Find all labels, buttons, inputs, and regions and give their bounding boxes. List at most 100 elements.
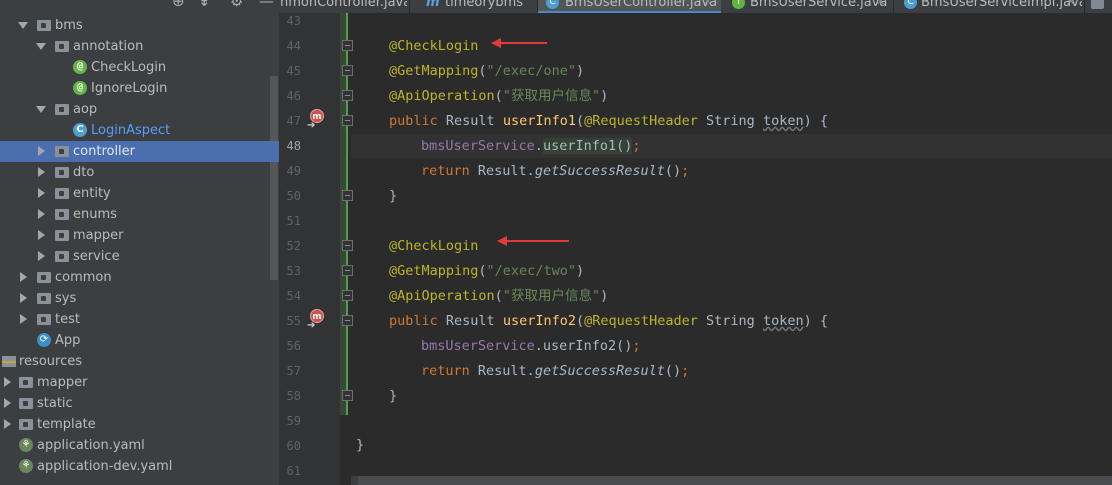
collapse-icon[interactable]: ⇟ <box>198 0 211 9</box>
tab-label: BmsUserService.java <box>750 0 888 10</box>
chevron-right-icon[interactable] <box>38 230 45 240</box>
tree-item-ignorelogin[interactable]: @ IgnoreLogin <box>0 78 279 99</box>
tree-item-app[interactable]: ⟳ App <box>0 330 279 351</box>
tree-item-enums[interactable]: enums <box>0 204 279 225</box>
tree-item-label: entity <box>73 186 111 201</box>
chevron-right-icon[interactable] <box>20 272 27 282</box>
tree-item-bms[interactable]: bms <box>0 15 279 36</box>
chevron-down-icon[interactable] <box>18 22 28 29</box>
string-token: "获取用户信息" <box>502 288 601 304</box>
punctuation-token: ( <box>494 88 503 104</box>
tree-item-mapper-folder[interactable]: mapper <box>0 372 279 393</box>
chevron-right-icon[interactable] <box>38 167 45 177</box>
line-number: 58 <box>286 389 301 403</box>
spring-config-icon: ⚘ <box>19 459 33 473</box>
chevron-right-icon[interactable] <box>38 251 45 261</box>
annotation-token: @CheckLogin <box>389 238 479 254</box>
gear-icon[interactable]: ⚙ <box>230 0 243 9</box>
tab-bms-user-service-impl[interactable]: C BmsUserServiceImpl.java ✕ <box>894 0 1082 13</box>
tab-overflow[interactable] <box>1089 0 1112 13</box>
line-number: 53 <box>286 264 301 278</box>
tab-label: BmsUserServiceImpl.java <box>921 0 1082 10</box>
annotation-token: @ApiOperation <box>389 88 495 104</box>
line-number: 56 <box>286 339 301 353</box>
chevron-right-icon[interactable] <box>4 377 11 387</box>
code-line-46: @ApiOperation("获取用户信息") <box>389 88 608 104</box>
package-icon <box>55 188 69 199</box>
code-line-48: bmsUserService.userInfo1(); <box>421 138 641 154</box>
target-icon[interactable]: ⊕ <box>172 0 185 9</box>
tree-item-dto[interactable]: dto <box>0 162 279 183</box>
field-token: bmsUserService <box>421 138 535 154</box>
punctuation-token: () <box>664 363 682 379</box>
line-number: 51 <box>286 214 301 228</box>
tree-item-label: enums <box>73 207 117 222</box>
close-icon[interactable]: ✕ <box>1066 0 1075 8</box>
annotation-token: @RequestHeader <box>584 113 707 129</box>
punctuation-token: ) { <box>803 113 828 129</box>
method-name-token: userInfo1 <box>502 113 576 129</box>
chevron-right-icon[interactable] <box>4 419 11 429</box>
annotation-token: @CheckLogin <box>389 38 479 54</box>
chevron-right-icon[interactable] <box>38 209 45 219</box>
tab-timeorybms[interactable]: m timeorybms <box>410 0 536 13</box>
tab-label: nmonController.java <box>280 0 407 10</box>
tab-common-controller[interactable]: nmonController.java <box>279 0 407 13</box>
method-name-token: userInfo2 <box>502 313 576 329</box>
tree-item-label: resources <box>19 354 83 369</box>
punctuation-token: ) <box>600 88 609 104</box>
tree-item-label: controller <box>73 144 136 159</box>
tree-item-controller[interactable]: controller <box>0 141 279 162</box>
tree-item-annotation[interactable]: annotation <box>0 36 279 57</box>
horizontal-scrollbar-thumb[interactable] <box>358 476 1112 485</box>
tree-item-checklogin[interactable]: @ CheckLogin <box>0 57 279 78</box>
close-icon[interactable]: ✕ <box>703 0 712 8</box>
minimize-icon[interactable]: — <box>259 0 274 9</box>
arrow-icon: ➔ <box>307 320 316 331</box>
tree-item-test[interactable]: test <box>0 309 279 330</box>
tree-item-sys[interactable]: sys <box>0 288 279 309</box>
tab-bms-user-controller[interactable]: C BmsUserController.java ✕ <box>538 0 721 13</box>
line-number: 45 <box>286 64 301 78</box>
line-number: 61 <box>286 464 301 478</box>
code-line-55: public Result userInfo2(@RequestHeader S… <box>389 313 828 329</box>
chevron-right-icon[interactable] <box>38 146 45 156</box>
class-icon: C <box>904 0 917 9</box>
tree-item-application-dev-yaml[interactable]: ⚘ application-dev.yaml <box>0 456 279 477</box>
chevron-down-icon[interactable] <box>36 106 46 113</box>
class-icon: C <box>73 123 87 137</box>
chevron-down-icon[interactable] <box>36 43 46 50</box>
tree-item-label: App <box>55 333 81 348</box>
string-token: "/exec/two" <box>486 263 576 279</box>
code-line-50: } <box>389 188 397 204</box>
tree-item-mapper[interactable]: mapper <box>0 225 279 246</box>
tree-item-entity[interactable]: entity <box>0 183 279 204</box>
chevron-right-icon[interactable] <box>20 314 27 324</box>
punctuation-token: () <box>616 138 633 154</box>
tree-item-static[interactable]: static <box>0 393 279 414</box>
tree-item-aop[interactable]: aop <box>0 99 279 120</box>
semicolon-token: ; <box>632 338 641 354</box>
type-token: Result <box>445 113 503 129</box>
tree-item-label: sys <box>55 291 77 306</box>
keyword-token: public <box>389 313 446 329</box>
keyword-token: return <box>421 163 478 179</box>
punctuation-token: ( <box>575 113 585 129</box>
punctuation-token: . <box>534 138 543 154</box>
tree-item-loginaspect[interactable]: C LoginAspect <box>0 120 279 141</box>
tree-item-common[interactable]: common <box>0 267 279 288</box>
code-line-58: } <box>389 388 397 404</box>
spring-config-icon: ⚘ <box>19 438 33 452</box>
tree-item-service[interactable]: service <box>0 246 279 267</box>
line-number: 47 <box>286 114 301 128</box>
tree-item-application-yaml[interactable]: ⚘ application.yaml <box>0 435 279 456</box>
chevron-right-icon[interactable] <box>4 398 11 408</box>
chevron-right-icon[interactable] <box>38 188 45 198</box>
tab-bms-user-service[interactable]: I BmsUserService.java ✕ <box>722 0 892 13</box>
chevron-right-icon[interactable] <box>20 293 27 303</box>
code-line-54: @ApiOperation("获取用户信息") <box>389 288 608 304</box>
tree-item-template[interactable]: template <box>0 414 279 435</box>
close-icon[interactable]: ✕ <box>876 0 885 8</box>
package-icon <box>37 272 51 283</box>
tree-item-resources[interactable]: resources <box>0 351 279 372</box>
